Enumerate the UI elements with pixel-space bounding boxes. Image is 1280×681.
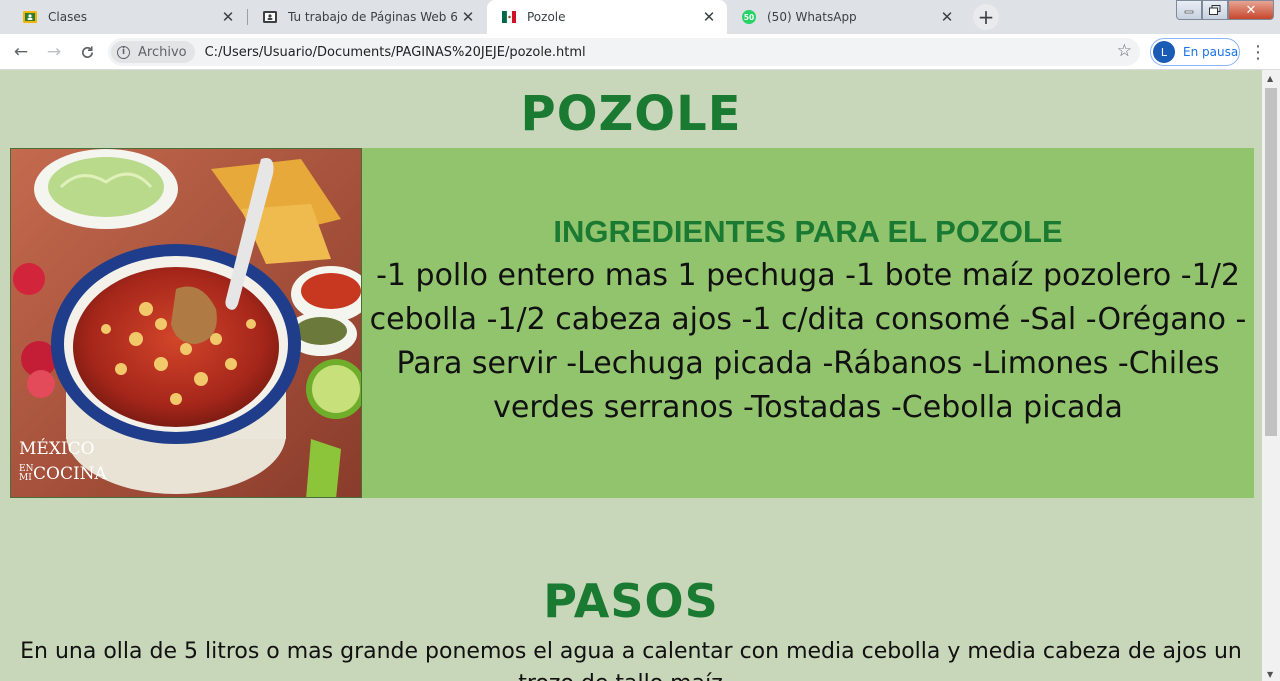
tab-title: Pozole bbox=[527, 10, 566, 24]
tab-pozole[interactable]: Pozole ✕ bbox=[487, 0, 727, 34]
browser-toolbar: ← → i Archivo C:/Users/Usuario/Documents… bbox=[0, 34, 1280, 70]
info-icon: i bbox=[117, 45, 130, 59]
whatsapp-icon: 50 bbox=[741, 9, 757, 25]
restore-button[interactable] bbox=[1202, 0, 1228, 20]
steps-heading: PASOS bbox=[543, 574, 719, 628]
svg-text:MI: MI bbox=[19, 473, 32, 483]
scroll-down-icon[interactable]: ▼ bbox=[1267, 670, 1273, 679]
classroom-icon bbox=[22, 9, 38, 25]
forward-arrow-icon[interactable]: → bbox=[42, 40, 66, 64]
ingredients-list: -1 pollo entero mas 1 pechuga -1 bote ma… bbox=[369, 258, 1247, 425]
url-text[interactable]: C:/Users/Usuario/Documents/PAGINAS%20JEJ… bbox=[205, 45, 586, 60]
classroom-icon bbox=[262, 9, 278, 25]
profile-button[interactable]: L En pausa bbox=[1150, 38, 1240, 66]
close-tab-icon[interactable]: ✕ bbox=[699, 7, 719, 27]
mexico-flag-icon bbox=[501, 9, 517, 25]
tab-title: Clases bbox=[48, 10, 87, 24]
tab-clases[interactable]: Clases ✕ bbox=[8, 0, 246, 34]
pozole-image: MÉXICO EN COCINA MI bbox=[10, 148, 362, 498]
profile-status-label: En pausa bbox=[1183, 45, 1239, 59]
image-logo-mexico: MÉXICO bbox=[19, 438, 95, 459]
scheme-label: Archivo bbox=[138, 44, 187, 60]
close-tab-icon[interactable]: ✕ bbox=[218, 7, 238, 27]
close-tab-icon[interactable]: ✕ bbox=[458, 7, 478, 27]
ingredients-panel: INGREDIENTES PARA EL POZOLE -1 pollo ent… bbox=[362, 148, 1254, 498]
back-arrow-icon[interactable]: ← bbox=[9, 40, 33, 64]
reload-icon[interactable] bbox=[75, 40, 99, 64]
tab-strip: Clases ✕ Tu trabajo de Páginas Web 603 ✕… bbox=[0, 0, 1280, 34]
minimize-button[interactable] bbox=[1176, 0, 1202, 20]
close-tab-icon[interactable]: ✕ bbox=[937, 7, 957, 27]
avatar: L bbox=[1153, 41, 1175, 63]
site-info-chip[interactable]: i Archivo bbox=[111, 41, 195, 63]
svg-text:COCINA: COCINA bbox=[33, 464, 108, 484]
steps-text: En una olla de 5 litros o mas grande pon… bbox=[20, 639, 1242, 681]
new-tab-button[interactable]: + bbox=[973, 4, 999, 30]
bookmark-star-icon[interactable]: ☆ bbox=[1117, 41, 1132, 61]
tab-title: Tu trabajo de Páginas Web 603 bbox=[288, 10, 458, 24]
tab-whatsapp[interactable]: 50 (50) WhatsApp ✕ bbox=[727, 0, 965, 34]
tab-tu-trabajo[interactable]: Tu trabajo de Páginas Web 603 ✕ bbox=[248, 0, 486, 34]
close-window-button[interactable]: ✕ bbox=[1228, 0, 1274, 20]
vertical-scrollbar[interactable]: ▲ ▼ bbox=[1262, 70, 1280, 681]
ingredients-heading: INGREDIENTES PARA EL POZOLE bbox=[553, 214, 1063, 249]
scroll-up-icon[interactable]: ▲ bbox=[1267, 74, 1273, 83]
menu-dots-icon[interactable]: ⋮ bbox=[1248, 40, 1268, 64]
scrollbar-thumb[interactable] bbox=[1265, 88, 1277, 436]
page-title: POZOLE bbox=[520, 86, 742, 142]
page-content: POZOLE MÉXICO EN COCINA MI INGREDIENTES … bbox=[0, 70, 1262, 681]
svg-text:50: 50 bbox=[744, 13, 754, 22]
address-bar[interactable]: i Archivo C:/Users/Usuario/Documents/PAG… bbox=[108, 38, 1140, 66]
tab-title: (50) WhatsApp bbox=[767, 10, 857, 24]
